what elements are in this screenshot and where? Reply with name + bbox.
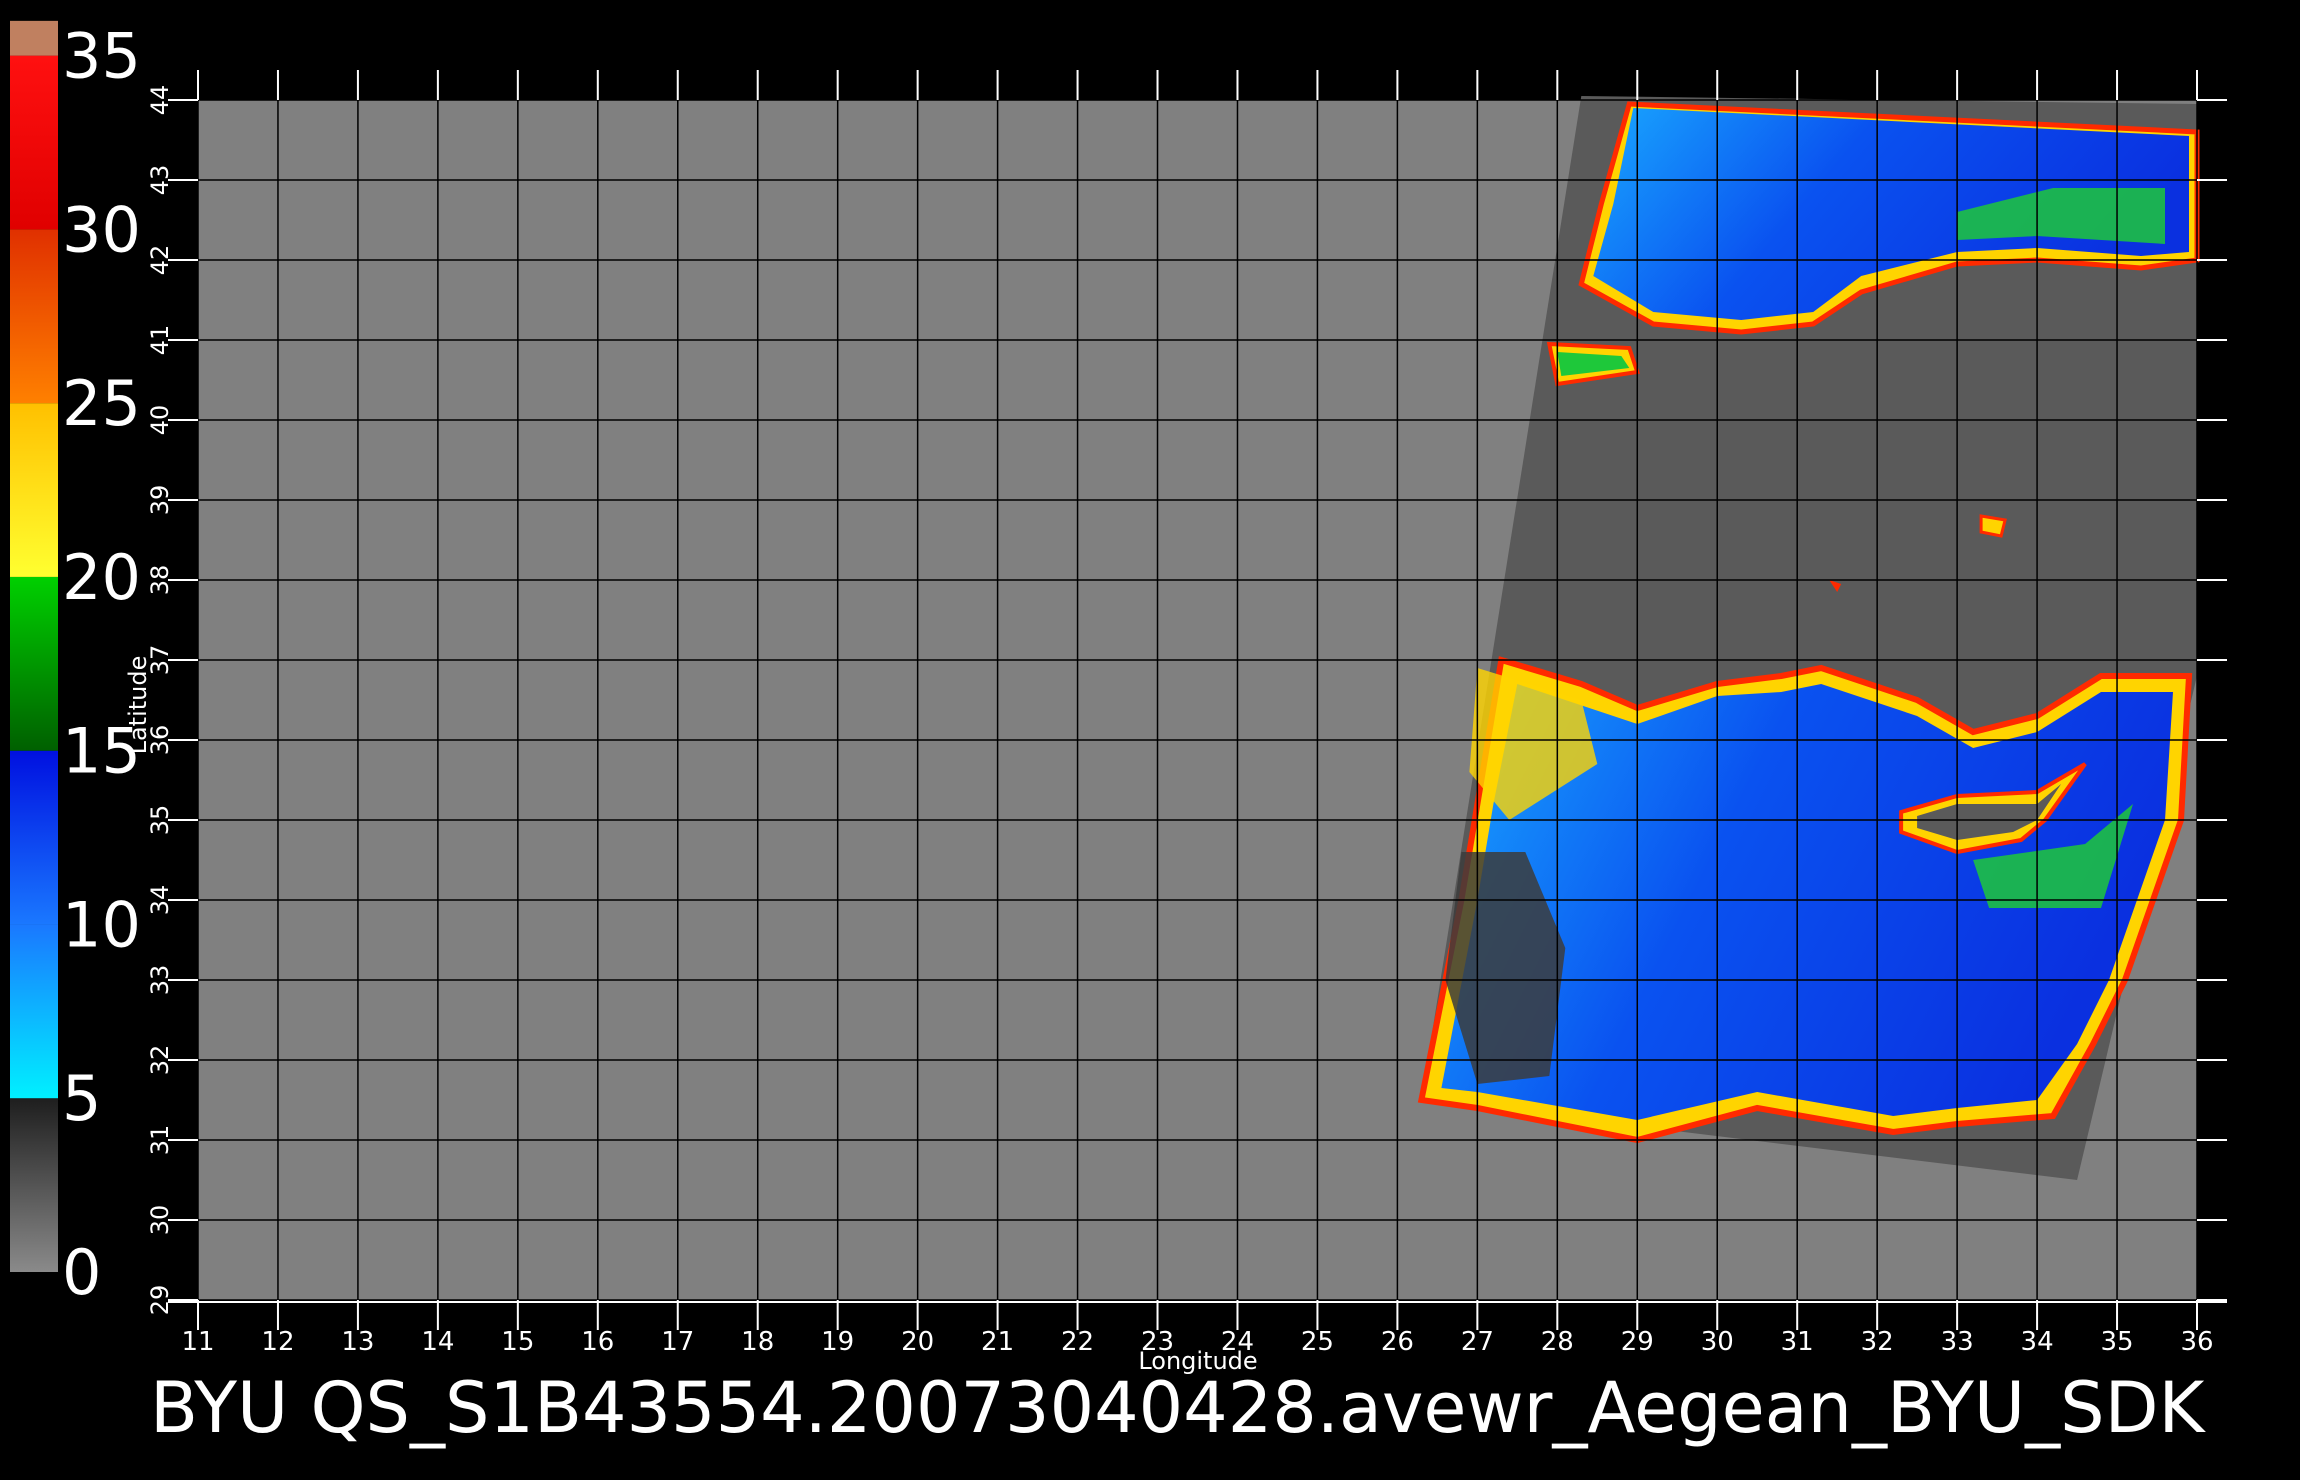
y-axis-label: Latitude (124, 656, 152, 755)
x-tick-label: 33 (1941, 1327, 1974, 1357)
colorbar-band (10, 403, 58, 577)
y-tick-label: 33 (146, 965, 174, 996)
x-tick-label: 17 (661, 1327, 694, 1357)
x-tick-label: 32 (1861, 1327, 1894, 1357)
wind-map-figure: 35302520151050 11 12 13 14 15 16 17 18 19 20 21 22 2… (10, 20, 2227, 1449)
y-tick-label: 32 (146, 1045, 174, 1076)
x-tick-label: 25 (1301, 1327, 1334, 1357)
colorbar-band (10, 20, 58, 56)
y-tick-label: 42 (146, 245, 174, 276)
colorbar-tick-label: 25 (62, 367, 141, 440)
x-tick-label: 11 (181, 1327, 214, 1357)
x-tick-label: 21 (981, 1327, 1014, 1357)
x-tick-label: 36 (2180, 1327, 2213, 1357)
x-tick-label: 26 (1381, 1327, 1414, 1357)
x-tick-label: 27 (1461, 1327, 1494, 1357)
colorbar-tick-label: 0 (62, 1236, 101, 1309)
y-tick-label: 34 (146, 885, 174, 916)
figure-caption: BYU QS_S1B43554.20073040428.avewr_Aegean… (150, 1367, 2206, 1449)
x-tick-label: 20 (901, 1327, 934, 1357)
y-tick-label: 31 (146, 1125, 174, 1156)
y-tick-label: 38 (146, 565, 174, 596)
colorbar (10, 20, 58, 1272)
inland-lake-patch (1979, 514, 2007, 538)
colorbar-tick-label: 20 (62, 541, 141, 614)
colorbar-tick-label: 10 (62, 888, 141, 961)
colorbar-tick-label: 5 (62, 1062, 101, 1135)
x-tick-label: 18 (741, 1327, 774, 1357)
x-tick-label: 35 (2100, 1327, 2133, 1357)
colorbar-band (10, 229, 58, 404)
x-tick-label: 34 (2021, 1327, 2054, 1357)
map-area: 11 12 13 14 15 16 17 18 19 20 21 22 23 24 25 26 27 28 29 30… (124, 70, 2227, 1375)
y-tick-label: 29 (146, 1285, 174, 1316)
y-tick-label: 35 (146, 805, 174, 836)
colorbar-band (10, 924, 58, 1099)
x-tick-label: 16 (581, 1327, 614, 1357)
colorbar-band (10, 750, 58, 925)
x-tick-label: 19 (821, 1327, 854, 1357)
x-tick-label: 13 (341, 1327, 374, 1357)
y-tick-label: 39 (146, 485, 174, 516)
x-tick-label: 31 (1781, 1327, 1814, 1357)
y-tick-label: 41 (146, 325, 174, 356)
colorbar-band (10, 576, 58, 751)
x-tick-label: 30 (1701, 1327, 1734, 1357)
colorbar-tick-label: 30 (62, 193, 141, 266)
x-tick-label: 15 (501, 1327, 534, 1357)
x-tick-label: 29 (1621, 1327, 1654, 1357)
y-tick-label: 44 (146, 85, 174, 116)
y-tick-label: 30 (146, 1205, 174, 1236)
colorbar-band (10, 1098, 58, 1272)
y-tick-label: 43 (146, 165, 174, 196)
x-tick-label: 14 (421, 1327, 454, 1357)
x-tick-label: 12 (261, 1327, 294, 1357)
colorbar-tick-label: 35 (62, 20, 141, 93)
colorbar-band (10, 55, 58, 230)
x-tick-label: 22 (1061, 1327, 1094, 1357)
y-tick-label: 40 (146, 405, 174, 436)
x-tick-label: 28 (1541, 1327, 1574, 1357)
